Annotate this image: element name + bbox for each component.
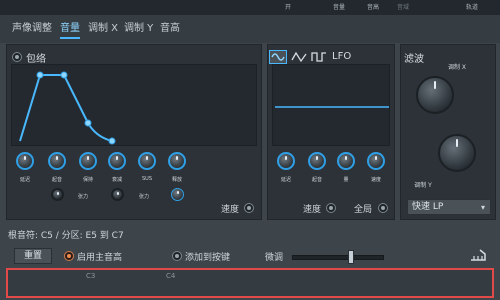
envelope-point-hold (60, 71, 68, 79)
mod-y-knob[interactable] (438, 134, 476, 172)
lfo-speed-knob[interactable] (367, 152, 385, 170)
topbar-label-0: 开 (285, 4, 292, 11)
tab-mod-x[interactable]: 调制 X (88, 21, 118, 37)
attack-label: 起音 (51, 177, 62, 183)
lfo-attack-label: 起音 (311, 177, 322, 183)
tab-mod-y[interactable]: 调制 Y (124, 21, 153, 37)
topbar-label-1: 音量 (333, 4, 346, 11)
mod-x-knob[interactable] (416, 76, 454, 114)
piano-keys-icon[interactable] (468, 248, 488, 264)
triangle-wave-button[interactable] (291, 50, 307, 64)
decay-label: 衰减 (111, 177, 122, 183)
lfo-global-toggle[interactable] (378, 203, 388, 213)
use-main-pitch-toggle[interactable] (64, 251, 74, 261)
reset-button[interactable]: 重置 (14, 248, 52, 264)
release-tension-knob[interactable] (171, 188, 184, 201)
tab-pitch[interactable]: 音高 (160, 21, 180, 37)
chevron-down-icon: ▾ (480, 203, 485, 212)
lfo-speed-toggle[interactable] (326, 203, 336, 213)
hold-label: 保持 (82, 177, 93, 183)
square-wave-icon (311, 52, 326, 62)
release-knob[interactable] (168, 152, 186, 170)
lfo-delay-knob[interactable] (277, 152, 295, 170)
lfo-amount-knob[interactable] (337, 152, 355, 170)
filter-title: 滤波 (404, 54, 424, 65)
lfo-speed-label: 速度 (303, 205, 322, 215)
decay-tension-label: 张力 (138, 194, 149, 200)
fine-tune-slider[interactable] (292, 255, 384, 260)
fine-tune-slider-thumb[interactable] (347, 250, 354, 264)
sustain-label: SUS (141, 176, 152, 182)
use-main-pitch-label: 启用主音高 (77, 253, 123, 263)
tab-volume[interactable]: 音量 (60, 21, 80, 39)
mod-y-label: 调制 Y (414, 182, 432, 189)
filter-type-value: 快速 LP (412, 202, 444, 212)
release-label: 释放 (171, 177, 182, 183)
lfo-line (275, 106, 389, 108)
attack-tension-knob[interactable] (51, 188, 64, 201)
envelope-graph[interactable] (11, 64, 257, 146)
top-toolbar (0, 0, 500, 15)
tab-pan[interactable]: 声像调整 (12, 21, 52, 37)
envelope-title: 包络 (26, 54, 46, 65)
add-to-key-label: 添加到按键 (185, 253, 231, 263)
mod-x-label: 调制 X (447, 64, 467, 71)
sustain-knob[interactable] (138, 152, 156, 170)
delay-knob[interactable] (16, 152, 34, 170)
attack-knob[interactable] (48, 152, 66, 170)
keyboard-label-c4: C4 (166, 272, 176, 280)
envelope-curve (19, 71, 116, 145)
attack-tension-label: 张力 (77, 194, 88, 200)
keyboard-strip[interactable] (6, 268, 494, 298)
add-to-key-toggle[interactable] (172, 251, 182, 261)
envelope-speed-label: 速度 (221, 205, 240, 215)
fine-tune-label: 微调 (265, 253, 284, 263)
topbar-label-3: 音域 (397, 4, 410, 11)
range-info: 根音符: C5 / 分区: E5 到 C7 (8, 231, 124, 241)
sine-wave-button[interactable] (269, 50, 287, 64)
envelope-point-release (108, 137, 116, 145)
lfo-title: LFO (332, 51, 352, 62)
lfo-delay-label: 延迟 (280, 177, 291, 183)
topbar-label-2: 音高 (367, 4, 380, 11)
lfo-attack-knob[interactable] (308, 152, 326, 170)
hold-knob[interactable] (79, 152, 97, 170)
delay-label: 延迟 (19, 177, 30, 183)
lfo-amount-label: 量 (343, 177, 349, 183)
envelope-enable-radio[interactable] (12, 52, 22, 62)
square-wave-button[interactable] (311, 50, 327, 64)
lfo-global-label: 全局 (354, 205, 373, 215)
lfo-speed-knob-label: 速度 (370, 177, 381, 183)
decay-tension-knob[interactable] (111, 188, 124, 201)
envelope-point-decay (84, 119, 92, 127)
topbar-label-4: 轨道 (466, 4, 479, 11)
sine-wave-icon (271, 53, 285, 61)
decay-knob[interactable] (108, 152, 126, 170)
triangle-wave-icon (291, 51, 307, 63)
envelope-point-attack (36, 71, 44, 79)
filter-type-select[interactable]: 快速 LP ▾ (407, 199, 491, 215)
envelope-speed-toggle[interactable] (244, 203, 254, 213)
keyboard-label-c3: C3 (86, 272, 96, 280)
lfo-graph[interactable] (272, 64, 390, 146)
